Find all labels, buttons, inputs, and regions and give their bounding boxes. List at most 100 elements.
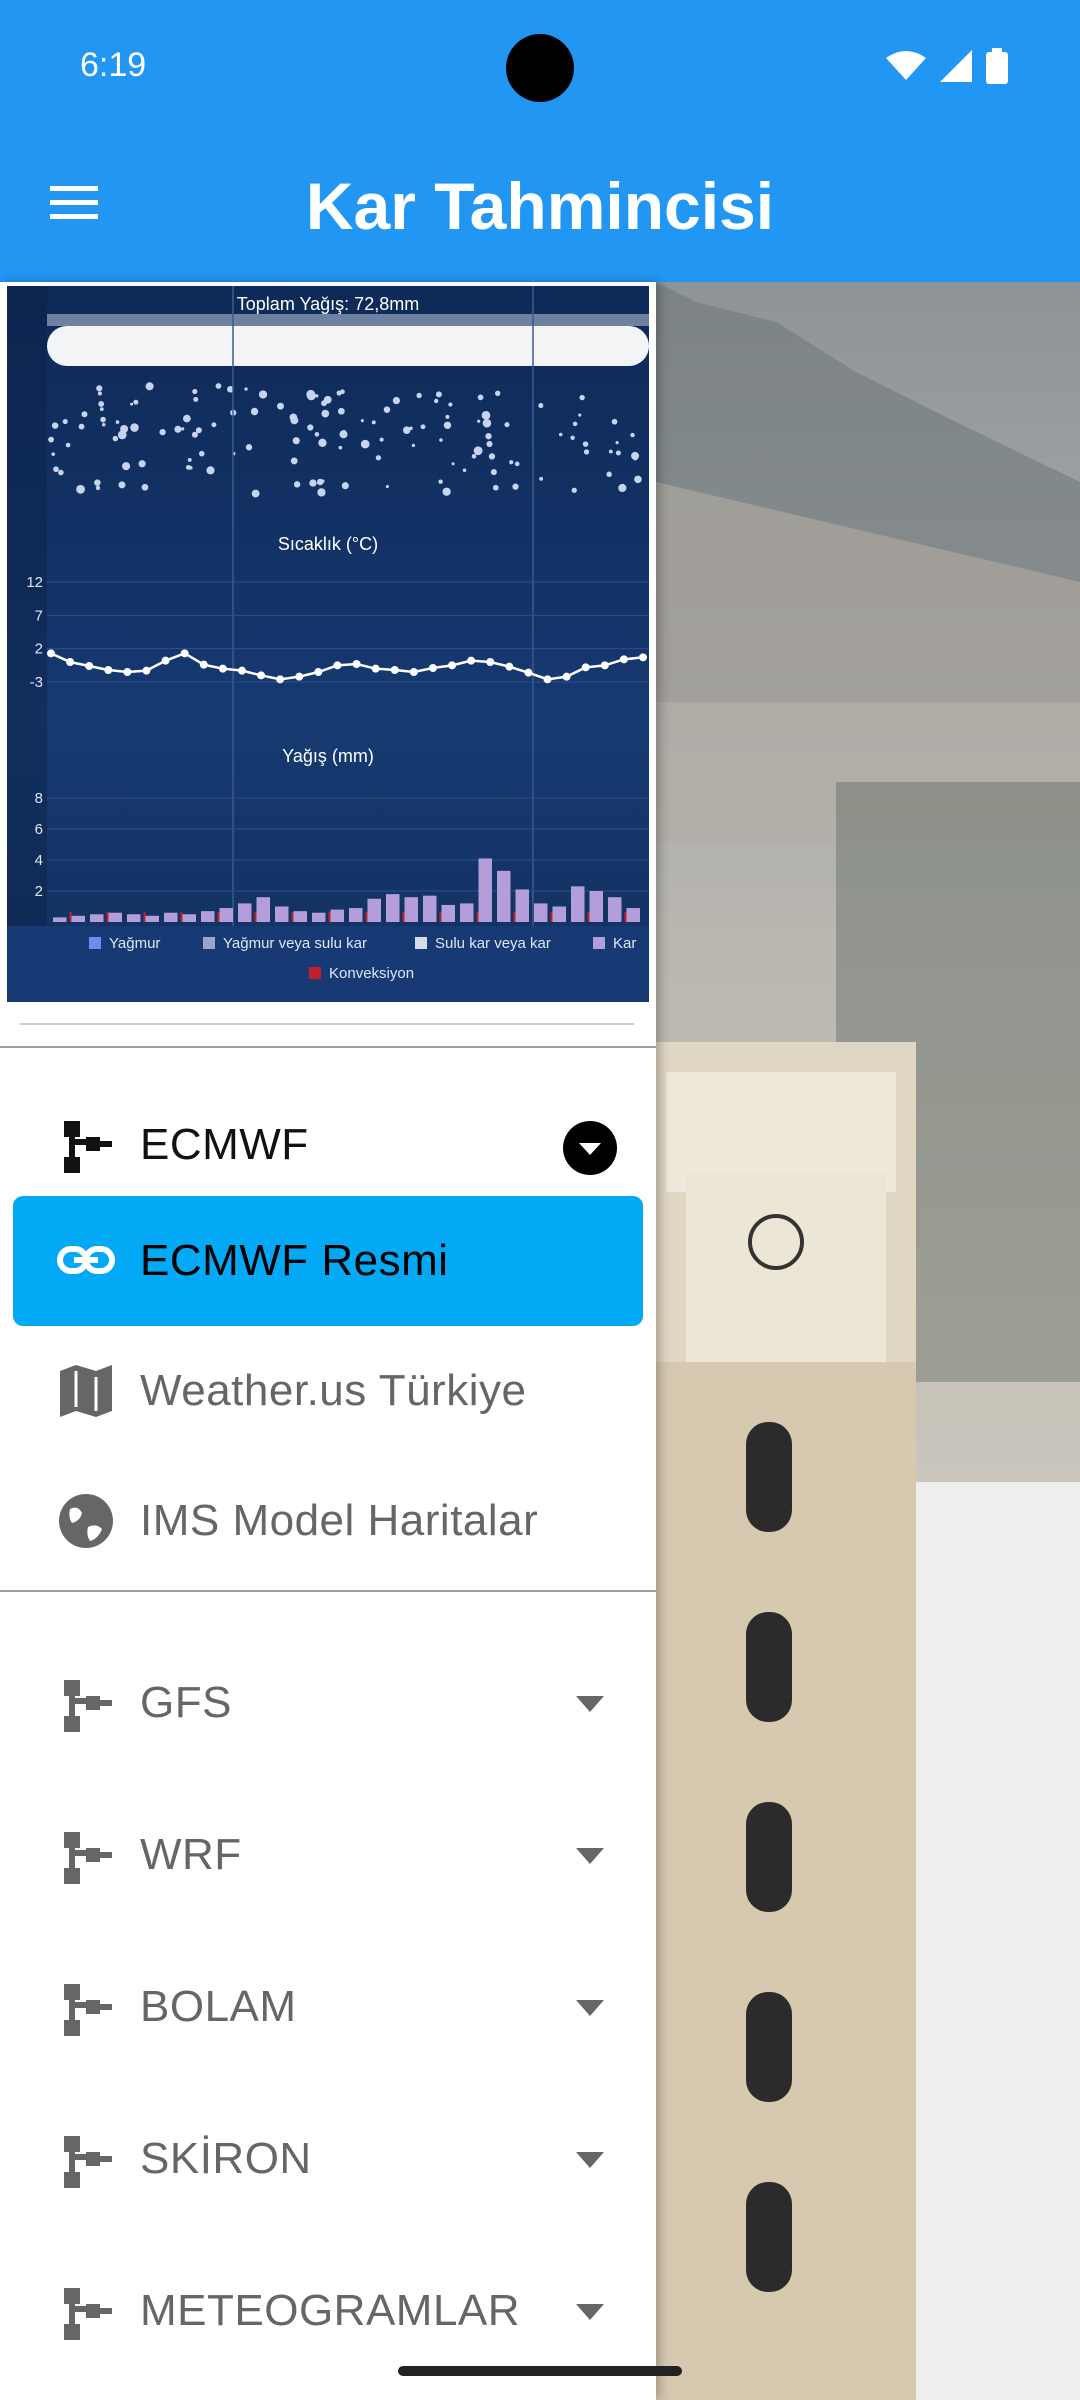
tree-icon	[64, 2288, 112, 2340]
snowflake	[145, 382, 154, 391]
temperature-point	[333, 661, 342, 670]
snowflake	[416, 392, 422, 399]
menu-item-ims[interactable]: IMS Model Haritalar	[0, 1456, 656, 1586]
snowflake	[509, 460, 514, 465]
precip-bar-kar	[164, 912, 178, 922]
weather-chart: Toplam Yağış: 72,8mm Sıcaklık (°C) Yağış…	[7, 286, 649, 1002]
group-ecmwf[interactable]: ECMWF	[0, 1092, 656, 1202]
menu-item-weather-us[interactable]: Weather.us Türkiye	[0, 1326, 656, 1456]
wifi-icon	[886, 51, 926, 80]
precip-tick-label: 8	[35, 790, 43, 807]
menu-item-ecmwf-resmi[interactable]: ECMWF Resmi	[0, 1196, 656, 1326]
group-meteogramlar[interactable]: METEOGRAMLAR	[0, 2244, 656, 2384]
snowflake	[336, 390, 342, 396]
expand-arrow-icon[interactable]	[574, 1998, 606, 2018]
temperature-point	[428, 664, 437, 672]
precip-bar-kar	[312, 912, 326, 922]
precip-bar-kar	[608, 897, 622, 922]
background-photo	[656, 282, 1080, 2400]
snowflake	[51, 422, 59, 429]
precip-bar-konveksiyon	[476, 912, 479, 922]
snowflake	[185, 464, 191, 470]
temp-tick-label: 7	[35, 607, 43, 624]
snowflake	[482, 418, 492, 428]
total-precip-title: Toplam Yağış: 72,8mm	[237, 294, 419, 314]
snowflake	[409, 426, 413, 431]
menu-item-label: IMS Model Haritalar	[140, 1496, 539, 1545]
snowflake	[198, 450, 205, 457]
snowflake	[504, 422, 510, 428]
snowflake	[375, 455, 382, 461]
snowflake	[582, 441, 589, 447]
snowflake	[514, 461, 520, 467]
precip-bar-kar	[90, 914, 104, 922]
tree-icon	[64, 1984, 112, 2036]
precip-bar-konveksiyon	[587, 912, 590, 922]
snowflake	[133, 399, 139, 405]
camera-cutout	[506, 34, 574, 102]
expand-arrow-icon[interactable]	[574, 2150, 606, 2170]
section-divider	[0, 1590, 656, 1592]
snowflake	[65, 442, 71, 448]
precip-bar-kar	[71, 915, 85, 922]
precip-bar-konveksiyon	[291, 912, 294, 922]
temperature-point	[199, 660, 208, 669]
snowflake	[337, 407, 345, 415]
snowflake	[293, 481, 301, 488]
temperature-point	[276, 675, 285, 684]
snowflake	[579, 394, 585, 401]
temperature-point	[180, 649, 189, 658]
snowflake	[112, 435, 119, 442]
group-bolam[interactable]: BOLAM	[0, 1940, 656, 2080]
battery-icon	[986, 48, 1008, 84]
snowflake	[98, 400, 105, 407]
menu-item-label: Weather.us Türkiye	[140, 1366, 527, 1415]
expand-arrow-icon[interactable]	[574, 1846, 606, 1866]
snowflake	[78, 423, 85, 430]
snowflake	[258, 390, 268, 399]
snowflake	[292, 437, 300, 445]
snowflake	[94, 479, 101, 486]
group-ski-ron[interactable]: SKİRON	[0, 2092, 656, 2232]
legend-swatch-yagmur-sulukar	[203, 937, 215, 949]
snowflake	[141, 483, 149, 491]
collapse-icon[interactable]	[562, 1120, 618, 1176]
globe-icon	[59, 1494, 113, 1548]
snowflake	[486, 440, 493, 448]
precip-bar-kar	[108, 912, 122, 922]
snowflake	[462, 468, 467, 472]
section-divider	[0, 1046, 656, 1048]
precip-bar-kar	[589, 891, 603, 922]
precip-bar-kar	[626, 908, 640, 922]
snowflake	[477, 394, 484, 401]
snowflake	[512, 483, 519, 490]
snowflake	[138, 460, 146, 468]
temperature-point	[619, 655, 628, 664]
temperature-point	[562, 672, 571, 681]
snowflake	[481, 410, 491, 420]
temperature-point	[390, 666, 399, 674]
expand-arrow-icon[interactable]	[574, 2302, 606, 2322]
precip-bar-konveksiyon	[513, 912, 516, 922]
precip-bar-kar	[478, 858, 492, 922]
snowflake	[485, 433, 492, 440]
status-icons	[886, 48, 1008, 84]
snowflake	[608, 449, 613, 454]
snowflake	[445, 414, 450, 419]
snowflake	[477, 419, 481, 423]
snowflake	[307, 424, 314, 431]
precip-bar-konveksiyon	[69, 912, 72, 922]
group-wrf[interactable]: WRF	[0, 1788, 656, 1928]
home-indicator[interactable]	[398, 2366, 682, 2376]
snowflake	[244, 387, 248, 391]
precip-bar-kar	[386, 894, 400, 922]
precip-bar-konveksiyon	[217, 912, 220, 922]
snowflake	[187, 457, 192, 462]
snowflake	[371, 420, 376, 425]
snowflake	[578, 413, 582, 417]
temperature-point	[85, 662, 94, 670]
expand-arrow-icon[interactable]	[574, 1694, 606, 1714]
group-gfs[interactable]: GFS	[0, 1636, 656, 1776]
legend-swatch-konveksiyon	[309, 967, 321, 979]
snowflake	[443, 421, 452, 430]
